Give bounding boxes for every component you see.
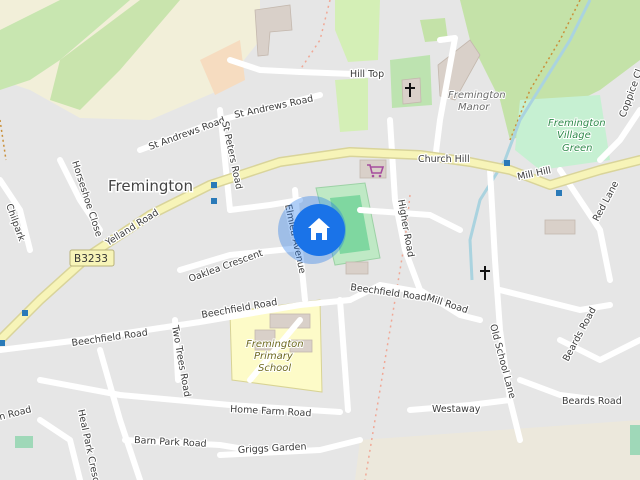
poi-manor-line1: Fremington bbox=[448, 90, 506, 101]
map-view[interactable]: Fremington B3233 Hill Top St Andrews Roa… bbox=[0, 0, 640, 480]
bus-stop-icon bbox=[504, 160, 510, 166]
poi-green-line2: Village bbox=[557, 130, 591, 141]
small-green bbox=[15, 436, 33, 448]
bus-stop-icon bbox=[211, 198, 217, 204]
map-canvas[interactable]: Fremington B3233 Hill Top St Andrews Roa… bbox=[0, 0, 640, 480]
poi-manor-line2: Manor bbox=[458, 102, 490, 113]
poi-school-line1: Fremington bbox=[246, 339, 304, 350]
road-ref-label: B3233 bbox=[74, 253, 108, 265]
place-name-label: Fremington bbox=[108, 177, 193, 195]
road-ref-shield: B3233 bbox=[69, 249, 115, 267]
poi-school-line2: Primary bbox=[254, 351, 294, 362]
bus-stop-icon bbox=[22, 310, 28, 316]
bus-stop-icon bbox=[556, 190, 562, 196]
green-area-central bbox=[335, 78, 368, 132]
poi-green-line1: Fremington bbox=[548, 118, 606, 129]
home-location-marker[interactable] bbox=[278, 196, 346, 264]
road-label-hill-top: Hill Top bbox=[350, 69, 384, 80]
poi-school-line3: School bbox=[258, 363, 291, 374]
bus-stop-icon bbox=[211, 182, 217, 188]
road-label-church-hill: Church Hill bbox=[418, 154, 470, 165]
bus-stop-icon bbox=[0, 340, 5, 346]
poi-green-line3: Green bbox=[562, 143, 593, 154]
road-label-beards-2: Beards Road bbox=[562, 396, 622, 407]
road-label-westaway: Westaway bbox=[432, 404, 481, 415]
small-green-east bbox=[630, 425, 640, 455]
